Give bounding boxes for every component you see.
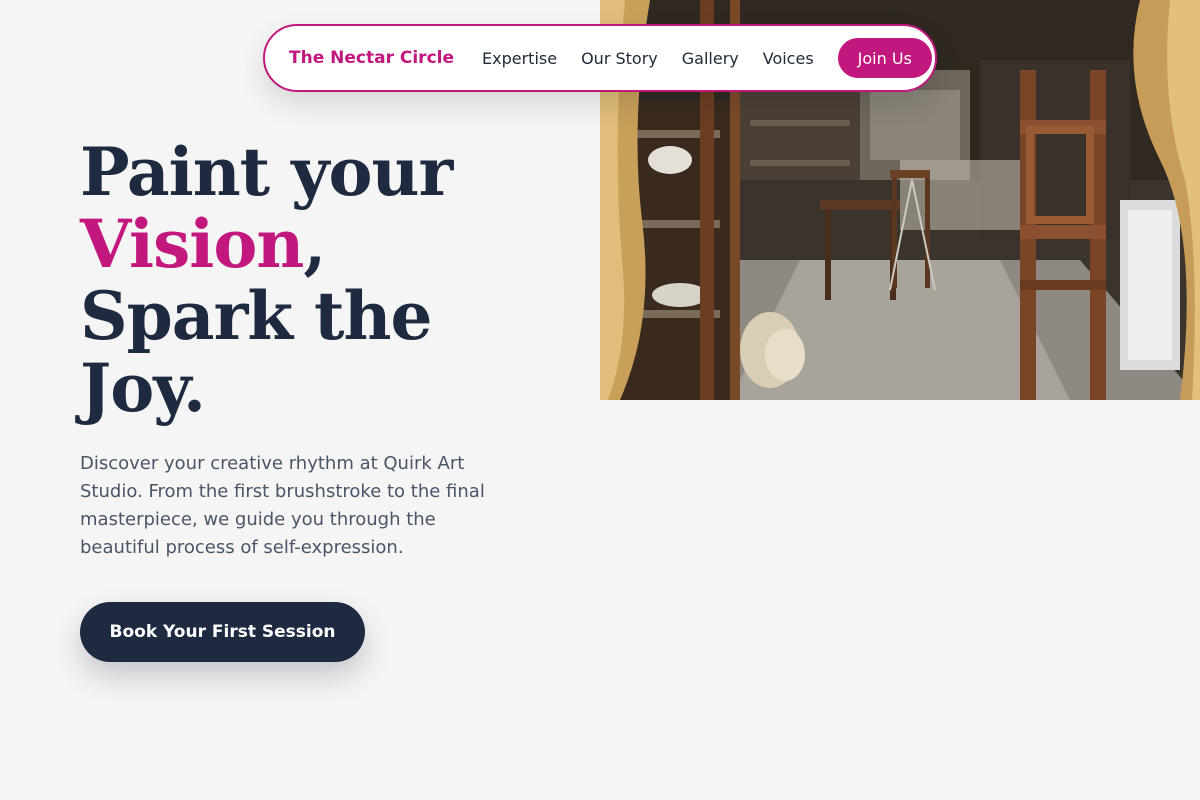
nav-link-voices[interactable]: Voices: [763, 49, 814, 68]
book-session-button[interactable]: Book Your First Session: [80, 602, 365, 662]
landing-page: The Nectar Circle Expertise Our Story Ga…: [0, 0, 1200, 800]
nav-link-expertise[interactable]: Expertise: [482, 49, 557, 68]
brand-logo[interactable]: The Nectar Circle: [289, 48, 454, 68]
headline-line-3: Spark the: [80, 277, 433, 355]
headline-line-2: Vision,: [80, 208, 580, 280]
hero-description: Discover your creative rhythm at Quirk A…: [80, 453, 485, 558]
nav-link-our-story[interactable]: Our Story: [581, 49, 658, 68]
headline-accent-word: Vision: [80, 205, 304, 283]
headline-line-4: Joy.: [80, 349, 206, 427]
main-navigation: The Nectar Circle Expertise Our Story Ga…: [263, 24, 937, 92]
nav-link-gallery[interactable]: Gallery: [682, 49, 739, 68]
join-us-button[interactable]: Join Us: [837, 38, 932, 78]
headline-comma: ,: [303, 205, 326, 283]
headline-line-1: Paint your: [80, 133, 453, 211]
hero-headline: Paint your Vision, Spark the Joy.: [80, 136, 580, 424]
